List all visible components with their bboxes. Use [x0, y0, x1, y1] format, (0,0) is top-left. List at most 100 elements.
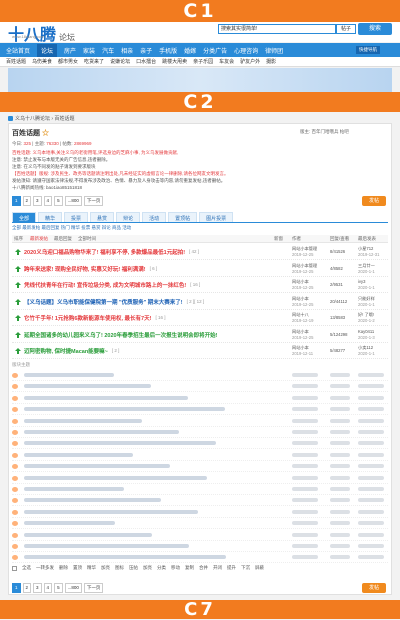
thread-title-link[interactable]: 【义乌话题】义乌市职能保健院第一期 "优质服务" 期末大赛来了!	[24, 298, 183, 306]
tab-category[interactable]: 置顶帖	[168, 212, 198, 222]
thread-title-link[interactable]	[24, 452, 133, 457]
thread-title-link[interactable]	[24, 544, 189, 548]
tab-category[interactable]: 活动	[142, 212, 167, 222]
thread-title-link[interactable]: 跨年来送家! 现购全民好物, 实惠又好玩! 福利满满!	[24, 265, 146, 273]
subnav-item[interactable]: 吃货来了	[84, 58, 104, 65]
batch-action[interactable]: 精华	[87, 565, 96, 571]
tab-category[interactable]: 悬赏	[90, 212, 115, 222]
tab-category[interactable]: 精华	[38, 212, 63, 222]
subnav-item[interactable]: 亲子乐园	[193, 58, 213, 65]
thread-title-link[interactable]	[24, 418, 142, 423]
thread-title-link[interactable]	[24, 487, 124, 491]
thread-title-link[interactable]	[24, 475, 207, 480]
batch-action[interactable]: 合并	[199, 565, 208, 571]
th-sort[interactable]: 排序	[14, 236, 23, 242]
breadcrumb-item-home[interactable]: 义乌十八腾论坛	[15, 116, 50, 122]
thread-author[interactable]: 网站小本	[292, 296, 309, 301]
nav-item[interactable]: 全站首页	[6, 46, 30, 55]
batch-action[interactable]: 图标	[115, 565, 124, 571]
site-logo[interactable]: 十八腾 论坛	[8, 21, 75, 45]
batch-action[interactable]: 全选	[22, 565, 31, 571]
page-link[interactable]: 4	[43, 583, 53, 593]
thread-title-link[interactable]	[24, 430, 179, 434]
thread-title-link[interactable]: 凭线代扶青年在行动! 宣传垃圾分类, 成为文明城市路上的一抹红色!	[24, 281, 186, 289]
page-link[interactable]: 1	[12, 196, 21, 206]
subnav-item[interactable]: 说嫌论坛	[110, 58, 130, 65]
breadcrumb-item-forum[interactable]: 百姓话题	[54, 116, 74, 122]
tab-category[interactable]: 投票	[64, 212, 89, 222]
thread-title-link[interactable]	[24, 395, 188, 400]
th-new-window[interactable]: 新窗	[274, 236, 283, 242]
ad-banner[interactable]	[8, 68, 392, 92]
tab-category[interactable]: 辩论	[116, 212, 141, 222]
page-link[interactable]: ...800	[64, 583, 82, 593]
thread-author[interactable]: 网站小本管理	[292, 246, 317, 251]
batch-action[interactable]: 压帖	[129, 565, 138, 571]
page-link[interactable]: 1	[12, 583, 21, 593]
batch-action[interactable]: 开闭	[213, 565, 222, 571]
last-poster[interactable]: 好! 了哦!	[358, 312, 374, 317]
thread-title-link[interactable]: 2020义乌迎口福品购物华来了! 福利享不停, 多款爆品最低1元起拍!	[24, 248, 185, 256]
home-icon[interactable]	[8, 116, 13, 122]
new-post-button[interactable]: 发帖	[362, 196, 386, 206]
thread-title-link[interactable]	[24, 532, 152, 537]
thread-title-link[interactable]: 它竹千手年! 1元抢购6款新能源车使用权, 最长有7天!	[24, 314, 151, 322]
search-button[interactable]: 搜索	[358, 23, 392, 35]
thread-author[interactable]: 网站小本管理	[292, 263, 317, 268]
search-input[interactable]: 搜索其实很简单!	[218, 24, 336, 34]
nav-item[interactable]: 律师团	[265, 46, 283, 55]
page-link[interactable]: 3	[33, 196, 42, 206]
nav-item[interactable]: 家装	[83, 46, 95, 55]
batch-action[interactable]: 置顶	[73, 565, 82, 571]
th-all-time[interactable]: 全部时间	[78, 236, 96, 242]
thread-title-link[interactable]	[24, 464, 170, 469]
thread-filters[interactable]: 全部 最新发帖 最后回复 热门 精华 投票 悬赏 辩论 商品 活动	[12, 225, 131, 231]
subnav-item[interactable]: 跳楼大甩卖	[162, 58, 187, 65]
tab-category[interactable]: 全部	[12, 212, 37, 222]
page-link[interactable]: 5	[54, 196, 63, 206]
search-scope-select[interactable]: 帖子	[336, 24, 356, 34]
batch-action[interactable]: 分类	[157, 565, 166, 571]
nav-item[interactable]: 相亲	[121, 46, 133, 55]
subnav-item[interactable]: 百姓话题	[6, 58, 26, 65]
batch-action[interactable]: 加亮	[101, 565, 110, 571]
batch-action[interactable]: 一转多发	[36, 565, 54, 571]
subnav-item[interactable]: 摄影	[266, 58, 276, 65]
thread-author[interactable]: 网站小本	[292, 279, 309, 284]
thread-title-link[interactable]	[24, 407, 225, 412]
nav-item[interactable]: 手机版	[159, 46, 177, 55]
thread-title-link[interactable]: 迈阿密购物, 保时捷Macan能要嘛~	[24, 347, 108, 355]
quick-nav-button[interactable]: 快捷导航	[356, 46, 380, 54]
batch-action[interactable]: 提升	[227, 565, 236, 571]
last-poster[interactable]: 小卖112	[358, 345, 373, 350]
batch-action[interactable]: 复制	[185, 565, 194, 571]
thread-author[interactable]: 网站小本	[292, 345, 309, 350]
nav-item[interactable]: 汽车	[102, 46, 114, 55]
nav-item[interactable]: 婚嫁	[184, 46, 196, 55]
thread-title-link[interactable]	[24, 521, 115, 526]
last-poster[interactable]: 小星712	[358, 246, 373, 251]
page-link[interactable]: 3	[33, 583, 42, 593]
thread-author[interactable]: 网站小本	[292, 329, 309, 334]
batch-action[interactable]: 移动	[171, 565, 180, 571]
thread-title-link[interactable]	[24, 441, 216, 446]
nav-item[interactable]: 分类广告	[203, 46, 227, 55]
th-last-reply[interactable]: 最后回复	[54, 236, 72, 242]
thread-author[interactable]: 网站十八	[292, 312, 309, 317]
new-post-button-bottom[interactable]: 发帖	[362, 583, 386, 593]
nav-item[interactable]: 房产	[64, 46, 76, 55]
thread-title-link[interactable]	[24, 509, 198, 514]
page-link[interactable]: ...800	[64, 196, 82, 206]
select-all-checkbox[interactable]	[12, 565, 17, 571]
moderator-links[interactable]: 版主: 百年门哈哦兵 帖吧	[300, 129, 349, 135]
th-latest[interactable]: 最新发帖	[30, 236, 48, 242]
thread-title-link[interactable]	[24, 384, 151, 389]
subnav-item[interactable]: 都市男女	[58, 58, 78, 65]
thread-title-link[interactable]	[24, 373, 114, 377]
thread-title-link[interactable]	[24, 498, 161, 503]
nav-item[interactable]: 论坛	[37, 43, 58, 57]
batch-action[interactable]: 加亮	[143, 565, 152, 571]
page-link[interactable]: 2	[22, 196, 32, 206]
subnav-item[interactable]: 乌伤美食	[32, 58, 52, 65]
batch-action[interactable]: 下沉	[241, 565, 250, 571]
